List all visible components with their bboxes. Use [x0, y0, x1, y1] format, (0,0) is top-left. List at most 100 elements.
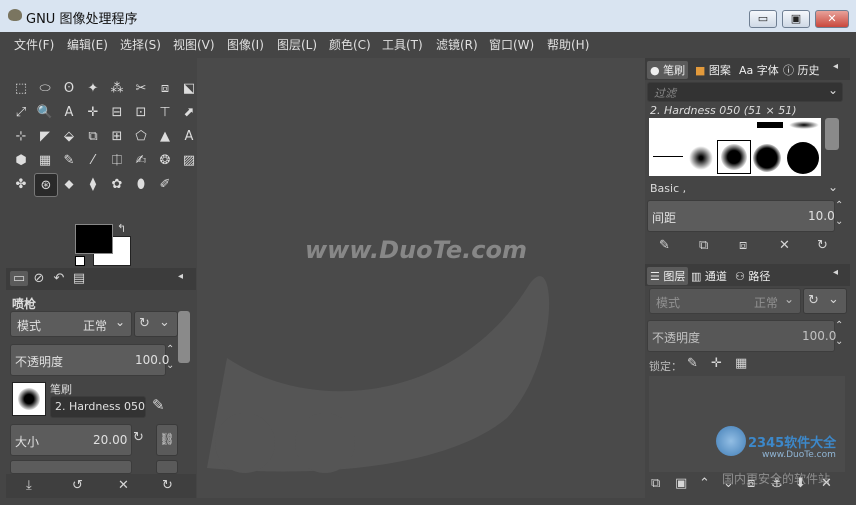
brush-grid[interactable] — [649, 118, 821, 176]
brush-hardness-050[interactable] — [717, 140, 751, 174]
minimize-button[interactable]: ▭ — [749, 10, 777, 28]
tool-button-icon[interactable]: ▦ — [34, 149, 56, 171]
brush-filter-input[interactable]: 过滤 ⌄ — [647, 82, 843, 102]
lock-position-icon[interactable]: ✛ — [711, 356, 722, 371]
menu-help[interactable]: 帮助(H) — [547, 36, 589, 53]
tab-device-status[interactable]: ⊘ — [30, 271, 48, 286]
edit-brush-icon[interactable]: ✎ — [659, 238, 670, 253]
brush-grid-scrollbar[interactable] — [825, 118, 839, 150]
tool-button-icon[interactable]: ⁂ — [106, 77, 128, 99]
options-scrollbar[interactable] — [178, 311, 190, 363]
brush-fuzzy[interactable] — [789, 121, 819, 129]
tool-button-icon[interactable]: ⊹ — [10, 125, 32, 147]
tab-history[interactable]: ⓘ 历史 — [783, 62, 820, 78]
tool-button-icon[interactable]: ✍ — [130, 149, 152, 171]
next-option-button[interactable] — [156, 460, 178, 474]
tool-button-icon[interactable]: ⁄ — [82, 149, 104, 171]
tool-button-icon[interactable]: ✂ — [130, 77, 152, 99]
dock-menu-icon[interactable]: ◂ — [833, 267, 838, 278]
tool-button-icon[interactable]: ⬙ — [58, 125, 80, 147]
tool-button-icon[interactable]: ✤ — [10, 173, 32, 195]
tab-undo-history[interactable]: ↶ — [50, 271, 68, 286]
layer-mode-effects-button[interactable]: ↻ ⌄ — [803, 288, 847, 314]
size-slider[interactable]: 大小 20.00 — [10, 424, 132, 456]
tool-button-icon[interactable]: ✛ — [82, 101, 104, 123]
tool-button-icon[interactable]: ⊡ — [130, 101, 152, 123]
swap-colors-icon[interactable]: ↰ — [117, 222, 126, 235]
chevron-down-icon[interactable]: ⌄ — [828, 180, 838, 194]
tool-button-icon[interactable]: ⊞ — [106, 125, 128, 147]
tool-button-icon[interactable]: ⤢ — [10, 101, 32, 123]
restore-options-icon[interactable]: ↺ — [72, 478, 83, 493]
tab-patterns[interactable]: ■ 图案 — [695, 62, 731, 78]
spinner-down-icon[interactable]: ⌄ — [835, 216, 843, 227]
tool-button-icon[interactable]: ⬢ — [10, 149, 32, 171]
tab-tool-options[interactable]: ▭ — [10, 271, 28, 286]
next-slider[interactable] — [10, 460, 132, 474]
refresh-brushes-icon[interactable]: ↻ — [817, 238, 828, 253]
menu-tools[interactable]: 工具(T) — [382, 36, 423, 53]
menu-filters[interactable]: 滤镜(R) — [436, 36, 478, 53]
tab-brushes[interactable]: ● 笔刷 — [647, 61, 689, 79]
tool-button-icon[interactable]: ✿ — [106, 173, 128, 195]
delete-options-icon[interactable]: ✕ — [118, 478, 129, 493]
tool-button-icon[interactable]: ✦ — [82, 77, 104, 99]
tool-button-icon[interactable]: ❂ — [154, 149, 176, 171]
dock-menu-icon[interactable]: ◂ — [833, 61, 838, 72]
spinner-down-icon[interactable]: ⌄ — [166, 360, 174, 371]
spacing-slider[interactable]: 间距 10.0 — [647, 200, 835, 232]
mode-effects-button[interactable]: ↻ ⌄ — [134, 311, 178, 337]
tool-button-icon[interactable]: ⧈ — [154, 77, 176, 99]
dock-menu-icon[interactable]: ◂ — [178, 271, 183, 282]
tool-button-icon[interactable]: ⧉ — [82, 125, 104, 147]
tab-images[interactable]: ▤ — [70, 271, 88, 286]
tool-button-icon[interactable]: ⬮ — [130, 173, 152, 195]
duplicate-brush-icon[interactable]: ⧈ — [739, 238, 747, 253]
menu-edit[interactable]: 编辑(E) — [67, 36, 108, 53]
lock-alpha-icon[interactable]: ▦ — [735, 356, 747, 371]
tool-button-icon[interactable]: ⎅ — [106, 149, 128, 171]
tab-paths[interactable]: ⚇ 路径 — [735, 268, 770, 284]
reset-size-icon[interactable]: ↻ — [133, 430, 144, 445]
delete-brush-icon[interactable]: ✕ — [779, 238, 790, 253]
edit-brush-icon[interactable]: ✎ — [152, 396, 165, 414]
tool-button-icon[interactable]: ◤ — [34, 125, 56, 147]
new-brush-icon[interactable]: ⧉ — [699, 238, 708, 253]
reset-colors-icon[interactable] — [75, 256, 85, 266]
layer-mode-select[interactable]: 模式 正常 ⌄ — [649, 288, 801, 314]
maximize-button[interactable]: ▣ — [782, 10, 810, 28]
tool-button-icon[interactable]: A — [58, 101, 80, 123]
tool-button-icon[interactable]: ⧫ — [82, 173, 104, 195]
tool-button-icon[interactable]: ▲ — [154, 125, 176, 147]
spinner-down-icon[interactable]: ⌄ — [835, 336, 843, 347]
brush-name-field[interactable]: 2. Hardness 050 — [50, 396, 146, 418]
spinner-up-icon[interactable]: ⌃ — [835, 320, 843, 331]
menu-image[interactable]: 图像(I) — [227, 36, 264, 53]
new-layer-icon[interactable]: ⧉ — [651, 476, 660, 491]
spinner-up-icon[interactable]: ⌃ — [166, 344, 174, 355]
image-canvas[interactable]: www.DuoTe.com — [197, 58, 645, 498]
tool-button-icon[interactable]: ⊤ — [154, 101, 176, 123]
foreground-color-swatch[interactable] — [75, 224, 113, 254]
tool-button-icon[interactable]: 🔍 — [34, 101, 56, 123]
brush-100[interactable] — [787, 142, 819, 174]
tool-button-icon[interactable]: ⊛ — [34, 173, 58, 197]
menu-colors[interactable]: 颜色(C) — [329, 36, 371, 53]
link-size-icon[interactable]: ⛓ — [156, 424, 178, 456]
tab-fonts[interactable]: Aa 字体 — [739, 62, 779, 78]
mode-select[interactable]: 模式 正常 ⌄ — [10, 311, 132, 337]
spinner-up-icon[interactable]: ⌃ — [835, 200, 843, 211]
menu-file[interactable]: 文件(F) — [14, 36, 54, 53]
tab-layers[interactable]: ☰ 图层 — [647, 267, 689, 285]
tool-button-icon[interactable]: ⬚ — [10, 77, 32, 99]
tool-button-icon[interactable]: ⊟ — [106, 101, 128, 123]
reset-options-icon[interactable]: ↻ — [162, 478, 173, 493]
brush-preview[interactable] — [12, 382, 46, 416]
tool-button-icon[interactable]: ʘ — [58, 77, 80, 99]
menu-select[interactable]: 选择(S) — [120, 36, 161, 53]
save-options-icon[interactable]: ⤓ — [26, 478, 32, 493]
tool-button-icon[interactable]: ⬠ — [130, 125, 152, 147]
raise-layer-icon[interactable]: ⌃ — [699, 476, 710, 491]
lock-pixels-icon[interactable]: ✎ — [687, 356, 698, 371]
tool-button-icon[interactable]: ✎ — [58, 149, 80, 171]
